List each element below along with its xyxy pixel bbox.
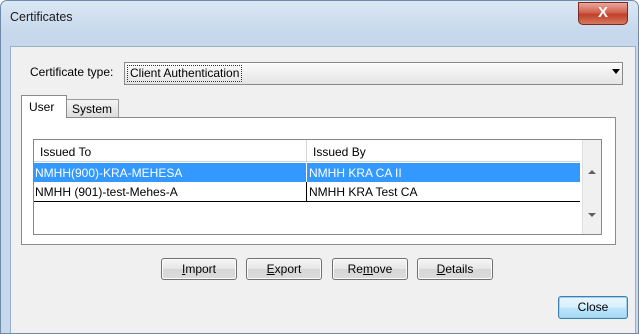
dialog-body: Certificate type: Client Authentication … [10, 46, 636, 333]
access-key: E [266, 262, 275, 276]
column-divider [306, 182, 307, 202]
column-header-label: Issued By [313, 145, 366, 159]
tab-system-label: System [72, 102, 113, 116]
button-label: Re [347, 262, 363, 276]
close-icon: X [597, 4, 608, 21]
tab-user-label: User [29, 100, 55, 114]
certificate-type-label: Certificate type: [30, 65, 114, 79]
certificate-type-dropdown[interactable]: Client Authentication [124, 62, 623, 85]
column-header-label: Issued To [40, 145, 92, 159]
tab-user[interactable]: User [21, 95, 67, 118]
scroll-down-icon[interactable] [588, 213, 596, 217]
button-label: etails [445, 262, 474, 276]
close-button[interactable]: Close [558, 296, 628, 319]
remove-button[interactable]: Remove [332, 258, 408, 280]
import-button[interactable]: Import [161, 258, 237, 280]
scroll-up-icon[interactable] [588, 170, 596, 174]
button-label: ove [372, 262, 393, 276]
certificate-type-value: Client Authentication [127, 65, 243, 82]
details-button[interactable]: Details [417, 258, 493, 280]
vertical-scrollbar[interactable] [582, 140, 601, 234]
issued-by-cell: NMHH KRA Test CA [309, 185, 418, 199]
certificate-list[interactable]: Issued To Issued By NMHH(900)-KRA-MEHESA… [33, 139, 602, 235]
column-header-issued-to[interactable]: Issued To [34, 140, 307, 162]
close-window-button[interactable]: X [578, 2, 628, 25]
tab-system[interactable]: System [65, 99, 119, 118]
dialog-title: Certificates [10, 10, 73, 24]
column-header-issued-by[interactable]: Issued By [307, 140, 580, 162]
chevron-down-icon [612, 69, 620, 74]
table-row[interactable]: NMHH(900)-KRA-MEHESA NMHH KRA CA II [34, 163, 580, 182]
issued-to-cell: NMHH(900)-KRA-MEHESA [35, 166, 183, 180]
button-label: mport [185, 262, 217, 276]
export-button[interactable]: Export [246, 258, 322, 280]
issued-by-cell: NMHH KRA CA II [309, 166, 402, 180]
button-label: xport [274, 262, 302, 276]
access-key: m [362, 262, 373, 276]
issued-to-cell: NMHH (901)-test-Mehes-A [35, 185, 178, 199]
title-bar: Certificates X [1, 1, 638, 35]
table-row[interactable]: NMHH (901)-test-Mehes-A NMHH KRA Test CA [34, 182, 580, 202]
certificates-dialog: Certificates X Certificate type: Client … [0, 0, 639, 334]
column-divider [306, 163, 307, 182]
